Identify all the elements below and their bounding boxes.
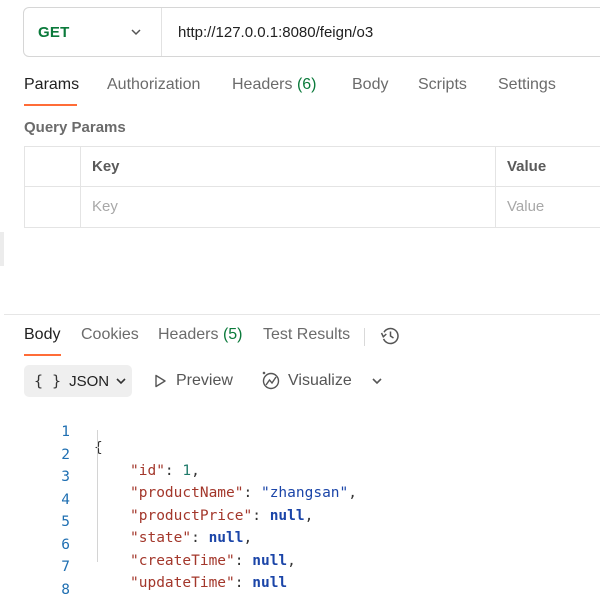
code-line: 2 "id": 1,	[0, 431, 600, 479]
query-params-table: Key Value Key Value	[24, 146, 600, 228]
code-line: 7 "updateTime": null	[0, 543, 600, 591]
play-icon	[155, 374, 166, 388]
tab-body[interactable]: Body	[352, 76, 388, 94]
visualize-icon	[262, 371, 280, 390]
table-header-row: Key Value	[25, 147, 600, 187]
line-number: 8	[61, 581, 70, 598]
tab-scripts-label: Scripts	[418, 76, 467, 93]
tab-headers-label: Headers	[232, 76, 293, 93]
active-tab-indicator	[24, 354, 61, 356]
braces-icon: { }	[34, 372, 62, 390]
url-input[interactable]	[162, 23, 582, 41]
response-headers-count: (5)	[222, 326, 243, 343]
tab-separator	[364, 328, 365, 346]
sidebar-edge	[0, 232, 4, 266]
tab-params-label: Params	[24, 76, 80, 93]
format-label: JSON	[69, 372, 110, 390]
method-select[interactable]: GET	[24, 8, 162, 56]
code-line: 8 }	[0, 566, 600, 599]
headers-count: (6)	[296, 76, 317, 93]
preview-button[interactable]: Preview	[152, 368, 233, 394]
code-line: 5 "state": null,	[0, 498, 600, 546]
tab-body-label: Body	[352, 76, 389, 93]
chevron-down-icon	[131, 29, 141, 36]
column-header-key: Key	[92, 158, 120, 175]
tab-settings-label: Settings	[498, 76, 556, 93]
visualize-label: Visualize	[288, 372, 352, 389]
tab-authorization-label: Authorization	[107, 76, 201, 93]
tab-response-headers-label: Headers	[158, 326, 219, 343]
url-bar: GET	[23, 7, 600, 57]
tab-test-results[interactable]: Test Results	[263, 326, 350, 344]
tab-test-results-label: Test Results	[263, 326, 351, 343]
code-line: 3 "productName": "zhangsan",	[0, 453, 600, 501]
indent-guide	[97, 430, 98, 562]
table-row: Key Value	[25, 187, 600, 227]
code-line: 4 "productPrice": null,	[0, 476, 600, 524]
value-placeholder[interactable]: Value	[507, 198, 544, 215]
tab-response-headers[interactable]: Headers (5)	[158, 326, 243, 344]
history-icon[interactable]	[379, 325, 401, 347]
active-tab-indicator	[24, 104, 77, 106]
code-line: 6 "createTime": null,	[0, 521, 600, 569]
format-dropdown[interactable]: { } JSON	[24, 365, 132, 397]
tab-settings[interactable]: Settings	[498, 76, 556, 94]
column-divider	[80, 147, 81, 227]
tab-params[interactable]: Params	[24, 76, 79, 94]
chevron-down-icon	[372, 378, 382, 385]
tab-response-body-label: Body	[24, 326, 61, 343]
chevron-down-icon	[116, 378, 126, 385]
visualize-button[interactable]: Visualize	[260, 368, 352, 394]
tab-cookies-label: Cookies	[81, 326, 139, 343]
method-label: GET	[38, 23, 70, 41]
visualize-options-button[interactable]	[368, 370, 386, 392]
key-placeholder[interactable]: Key	[92, 198, 118, 215]
pane-divider[interactable]	[4, 314, 600, 315]
tab-cookies[interactable]: Cookies	[81, 326, 139, 344]
tab-response-body[interactable]: Body	[24, 326, 60, 344]
column-header-value: Value	[507, 158, 547, 175]
tab-scripts[interactable]: Scripts	[418, 76, 467, 94]
tab-authorization[interactable]: Authorization	[107, 76, 200, 94]
query-params-title: Query Params	[24, 119, 126, 136]
tab-headers[interactable]: Headers (6)	[232, 76, 317, 94]
code-line: 1 {	[0, 408, 600, 456]
column-divider	[495, 147, 496, 227]
preview-label: Preview	[176, 372, 233, 389]
